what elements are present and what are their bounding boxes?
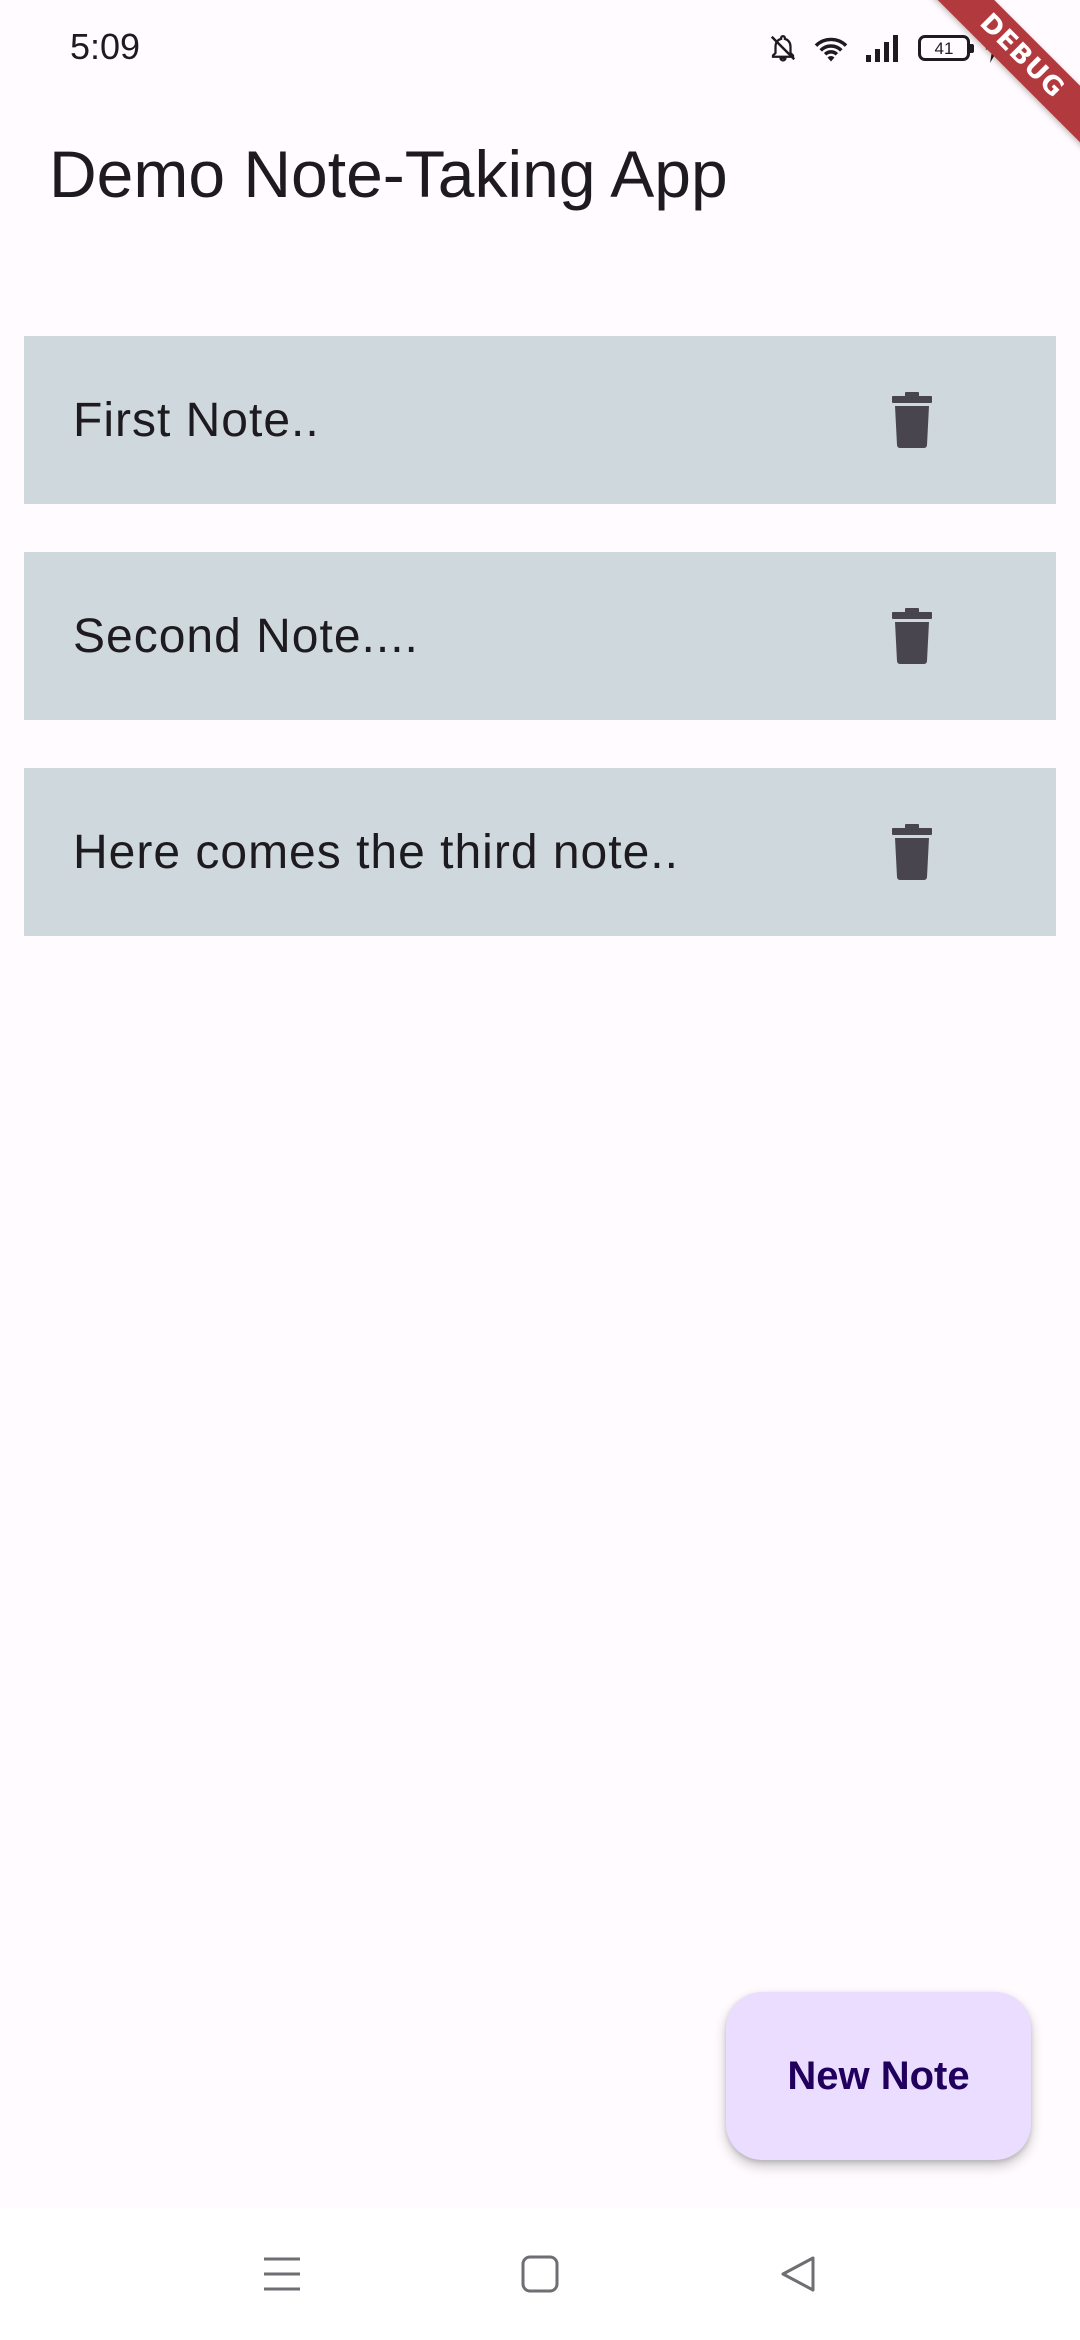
battery-level: 41 <box>934 38 954 58</box>
note-text: Here comes the third note.. <box>73 825 679 879</box>
notifications-off-icon <box>768 31 798 65</box>
new-note-button[interactable]: New Note <box>726 1992 1031 2160</box>
status-time: 5:09 <box>70 26 141 67</box>
wifi-icon <box>812 32 850 64</box>
note-item[interactable]: Here comes the third note.. <box>24 768 1056 936</box>
system-nav-bar <box>0 2208 1080 2340</box>
page-title: Demo Note-Taking App <box>49 137 728 211</box>
status-bar: 5:09 41 <box>0 0 1080 96</box>
notes-list: First Note.. Second Note.... Here comes … <box>24 336 1056 984</box>
delete-note-button[interactable] <box>876 600 948 672</box>
note-item[interactable]: Second Note.... <box>24 552 1056 720</box>
menu-icon[interactable] <box>242 2234 322 2314</box>
note-item[interactable]: First Note.. <box>24 336 1056 504</box>
note-text: First Note.. <box>73 393 320 447</box>
trash-icon <box>892 608 932 664</box>
home-icon[interactable] <box>500 2234 580 2314</box>
note-text: Second Note.... <box>73 609 419 663</box>
signal-icon <box>864 33 904 63</box>
battery-icon: 41 <box>918 35 974 61</box>
back-icon[interactable] <box>758 2234 838 2314</box>
trash-icon <box>892 824 932 880</box>
trash-icon <box>892 392 932 448</box>
delete-note-button[interactable] <box>876 816 948 888</box>
delete-note-button[interactable] <box>876 384 948 456</box>
status-icons: 41 <box>768 28 1002 68</box>
